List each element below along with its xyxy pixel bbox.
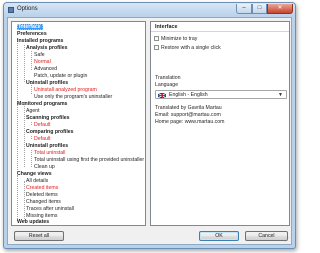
tree-item-monitored-programs[interactable]: Monitored programs [17, 101, 67, 107]
tree-connector [31, 51, 32, 70]
tree-item-interface[interactable]: Interface [17, 24, 43, 30]
tree-item-safe[interactable]: Safe [34, 52, 45, 58]
language-select[interactable]: English - English ▼ [155, 90, 287, 99]
tree-item-patch-update-plugin[interactable]: Patch, update or plugin [34, 73, 87, 79]
tree-item-use-program-uninstaller[interactable]: Use only the program's uninstaller [34, 94, 112, 100]
dialog-client-area: Interface Preferences Installed programs… [7, 17, 292, 245]
tree-item-total-uninstall[interactable]: Total uninstall [34, 150, 65, 156]
chevron-down-icon[interactable]: ▼ [278, 92, 283, 98]
translator-credit: Translated by Gavrila Martau [155, 105, 222, 111]
tree-item-analysis-profiles[interactable]: Analysis profiles [26, 45, 68, 51]
tree-item-scanning-default[interactable]: Default [34, 122, 50, 128]
uk-flag-icon [158, 92, 166, 98]
minimize-to-tray-option[interactable]: Minimize to tray [154, 36, 197, 43]
tree-connector [31, 122, 32, 125]
tree-connector [31, 136, 32, 139]
tree-item-installed-programs[interactable]: Installed programs [17, 38, 63, 44]
interface-settings-panel: Interface Minimize to tray Restore with … [150, 21, 290, 226]
tree-item-change-views[interactable]: Change views [17, 171, 52, 177]
minimize-to-tray-checkbox[interactable] [154, 36, 159, 42]
tree-item-comparing-profiles[interactable]: Comparing profiles [26, 129, 74, 135]
cancel-button[interactable]: Cancel [245, 231, 288, 241]
tree-item-clean-up[interactable]: Clean up [34, 164, 55, 170]
window-title: Options [17, 6, 38, 12]
language-label: Language [155, 82, 179, 88]
options-tree[interactable]: Interface Preferences Installed programs… [11, 21, 146, 226]
tree-item-total-uninstall-first-uninstaller[interactable]: Total uninstall using first the provided… [34, 157, 144, 163]
language-select-value: English - English [169, 92, 208, 98]
tree-item-agent[interactable]: Agent [26, 108, 40, 114]
ok-button[interactable]: OK [199, 231, 239, 241]
tree-connector [24, 181, 25, 221]
tree-item-uninstall-analyzed-program[interactable]: Uninstall analyzed program [34, 87, 97, 93]
restore-single-click-checkbox[interactable] [154, 45, 159, 51]
tree-item-scanning-profiles[interactable]: Scanning profiles [26, 115, 70, 121]
tree-item-monitored-uninstall-profiles[interactable]: Uninstall profiles [26, 143, 68, 149]
tree-item-comparing-default[interactable]: Default [34, 136, 50, 142]
reset-all-button[interactable]: Reset all [14, 231, 64, 241]
restore-single-click-option[interactable]: Restore with a single click [154, 45, 221, 52]
tree-item-advanced[interactable]: Advanced [34, 66, 57, 72]
tree-item-deleted-items[interactable]: Deleted items [26, 192, 58, 198]
resize-grip-icon[interactable]: ⋰ [285, 238, 290, 243]
translator-email: Email: support@martau.com [155, 112, 221, 118]
tree-item-changed-items[interactable]: Changed items [26, 199, 61, 205]
tree-item-uninstall-profiles[interactable]: Uninstall profiles [26, 80, 68, 86]
options-window: Options – □ ✕ Interface Preferences Inst… [3, 2, 296, 249]
tree-connector [24, 102, 25, 167]
tree-connector [31, 150, 32, 167]
restore-single-click-label: Restore with a single click [161, 45, 221, 51]
tree-item-created-items[interactable]: Created items [26, 185, 58, 191]
tree-item-normal[interactable]: Normal [34, 59, 51, 65]
minimize-button[interactable]: – [236, 4, 252, 14]
tree-connector [17, 175, 18, 221]
translator-homepage: Home page: www.martau.com [155, 119, 225, 125]
app-icon [8, 7, 14, 13]
tree-item-web-updates[interactable]: Web updates [17, 219, 49, 225]
tree-item-preferences[interactable]: Preferences [17, 31, 47, 37]
minimize-to-tray-label: Minimize to tray [161, 36, 198, 42]
tree-item-all-details[interactable]: All details [26, 178, 48, 184]
panel-header: Interface [151, 22, 289, 32]
tree-item-traces-after-uninstall[interactable]: Traces after uninstall [26, 206, 74, 212]
title-bar[interactable]: Options – □ ✕ [4, 3, 295, 17]
tree-connector [24, 45, 25, 82]
close-button[interactable]: ✕ [267, 4, 293, 14]
translation-heading: Translation [155, 75, 181, 81]
maximize-button[interactable]: □ [252, 4, 267, 14]
